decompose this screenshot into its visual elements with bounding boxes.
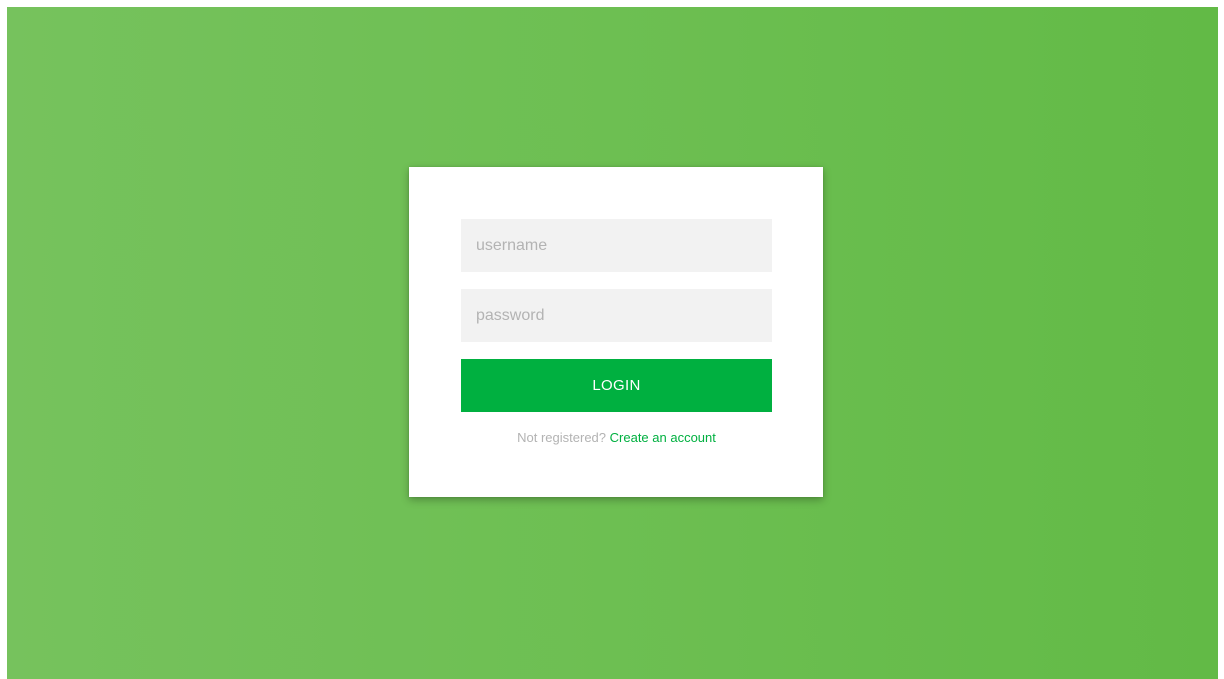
- login-button[interactable]: LOGIN: [461, 359, 772, 412]
- login-form: LOGIN Not registered? Create an account: [461, 219, 772, 445]
- create-account-link[interactable]: Create an account: [610, 430, 716, 445]
- login-card: LOGIN Not registered? Create an account: [409, 167, 823, 497]
- page-background: LOGIN Not registered? Create an account: [7, 7, 1218, 679]
- password-input[interactable]: [461, 289, 772, 342]
- register-prompt-line: Not registered? Create an account: [461, 430, 772, 445]
- username-input[interactable]: [461, 219, 772, 272]
- register-prompt-text: Not registered?: [517, 430, 607, 445]
